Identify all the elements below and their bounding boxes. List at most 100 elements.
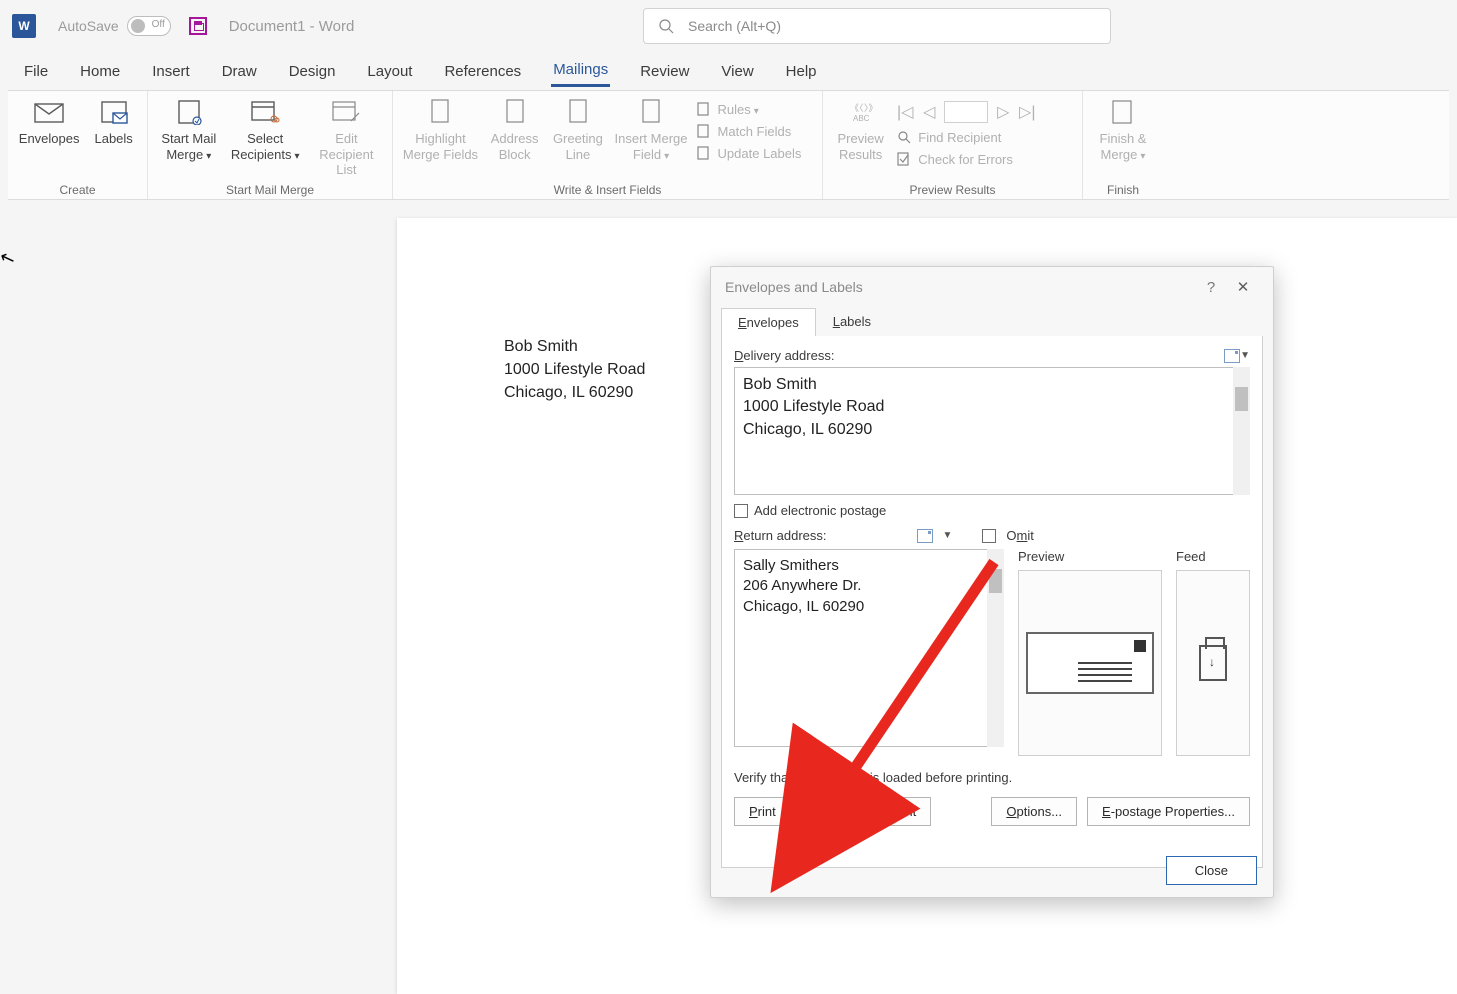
print-button[interactable]: Print bbox=[734, 797, 791, 826]
doc-line-2: 1000 Lifestyle Road bbox=[504, 358, 645, 381]
address-block-button: Address Block bbox=[486, 97, 543, 162]
title-bar: W AutoSave Off Document1 - Word Search (… bbox=[0, 0, 1457, 52]
labels-label: Labels bbox=[94, 131, 132, 147]
select-recipients-icon bbox=[249, 97, 281, 127]
svg-text:《〈: 《〈 bbox=[850, 103, 864, 113]
group-finish-label: Finish bbox=[1091, 181, 1155, 199]
finish-merge-icon bbox=[1107, 97, 1139, 127]
check-errors-button: Check for Errors bbox=[896, 151, 1074, 167]
tab-home[interactable]: Home bbox=[78, 57, 122, 86]
group-start-mail-merge: Start Mail Merge Select Recipients Edit … bbox=[148, 91, 393, 199]
preview-panel: Preview bbox=[1018, 549, 1162, 756]
return-address-dropdown[interactable]: ▼ bbox=[943, 530, 953, 541]
return-address-input[interactable]: Sally Smithers 206 Anywhere Dr. Chicago,… bbox=[734, 549, 1004, 747]
save-icon[interactable] bbox=[189, 17, 207, 35]
search-box[interactable]: Search (Alt+Q) bbox=[643, 8, 1111, 44]
return-address-label: Return address: bbox=[734, 528, 827, 543]
search-placeholder: Search (Alt+Q) bbox=[688, 18, 781, 34]
start-mail-merge-label: Start Mail Merge bbox=[156, 131, 222, 163]
add-postage-row[interactable]: Add electronic postage bbox=[734, 503, 1250, 518]
envelope-icon bbox=[33, 97, 65, 127]
add-to-document-button[interactable]: Add to Document bbox=[801, 797, 931, 826]
tab-design[interactable]: Design bbox=[287, 57, 338, 86]
insert-merge-label: Insert Merge Field bbox=[613, 131, 690, 163]
edit-recipient-list-label: Edit Recipient List bbox=[309, 131, 384, 178]
tab-references[interactable]: References bbox=[442, 57, 523, 86]
return-address-row: Return address: ▼ Omit bbox=[734, 528, 1250, 543]
highlight-icon bbox=[424, 97, 456, 127]
delivery-address-row: Delivery address: ▼ bbox=[734, 348, 1250, 363]
insert-merge-field-button: Insert Merge Field bbox=[613, 97, 690, 163]
add-postage-label: Add electronic postage bbox=[754, 503, 886, 518]
dialog-tab-labels[interactable]: Labels bbox=[816, 307, 888, 336]
prev-record-button: ◁ bbox=[920, 103, 938, 121]
check-errors-label: Check for Errors bbox=[918, 152, 1013, 167]
envelopes-label: Envelopes bbox=[19, 131, 80, 147]
toggle-knob-icon bbox=[131, 19, 145, 33]
delivery-address-input[interactable]: Bob Smith 1000 Lifestyle Road Chicago, I… bbox=[734, 367, 1250, 495]
address-block-icon bbox=[499, 97, 531, 127]
preview-results-button: 《〈〉》ABC Preview Results bbox=[831, 97, 890, 162]
epostage-properties-button[interactable]: E-postage Properties... bbox=[1087, 797, 1250, 826]
return-address-book-icon[interactable] bbox=[917, 529, 933, 543]
feed-panel: Feed bbox=[1176, 549, 1250, 756]
preview-label: Preview bbox=[1018, 549, 1162, 564]
add-postage-checkbox[interactable] bbox=[734, 504, 748, 518]
tab-draw[interactable]: Draw bbox=[220, 57, 259, 86]
find-recipient-button: Find Recipient bbox=[896, 129, 1074, 145]
address-block-label: Address Block bbox=[486, 131, 543, 162]
return-scrollbar[interactable] bbox=[987, 549, 1004, 747]
dialog-tab-envelopes[interactable]: Envelopes bbox=[721, 308, 816, 337]
close-button[interactable]: Close bbox=[1166, 856, 1257, 885]
select-recipients-button[interactable]: Select Recipients bbox=[228, 97, 303, 163]
tab-layout[interactable]: Layout bbox=[365, 57, 414, 86]
tab-view[interactable]: View bbox=[719, 57, 755, 86]
feed-tray-icon bbox=[1199, 645, 1227, 681]
tab-file[interactable]: File bbox=[22, 57, 50, 86]
autosave-label: AutoSave bbox=[58, 18, 119, 34]
rules-label: Rules bbox=[718, 102, 759, 117]
highlight-merge-fields-button: Highlight Merge Fields bbox=[401, 97, 480, 162]
dialog-title-bar[interactable]: Envelopes and Labels ? ✕ bbox=[711, 267, 1273, 307]
start-mail-merge-button[interactable]: Start Mail Merge bbox=[156, 97, 222, 163]
tab-mailings[interactable]: Mailings bbox=[551, 55, 610, 87]
dialog-tabs: Envelopes Labels bbox=[711, 307, 1273, 336]
labels-button[interactable]: Labels bbox=[88, 97, 139, 147]
insert-merge-icon bbox=[635, 97, 667, 127]
tab-insert[interactable]: Insert bbox=[150, 57, 192, 86]
delivery-scrollbar[interactable] bbox=[1233, 367, 1250, 495]
group-create-label: Create bbox=[16, 181, 139, 199]
document-body-text[interactable]: Bob Smith 1000 Lifestyle Road Chicago, I… bbox=[504, 335, 645, 405]
tab-help[interactable]: Help bbox=[784, 57, 819, 86]
preview-results-label: Preview Results bbox=[831, 131, 890, 162]
last-record-button: ▷| bbox=[1018, 103, 1036, 121]
doc-line-1: Bob Smith bbox=[504, 335, 645, 358]
autosave-toggle[interactable]: Off bbox=[127, 16, 171, 36]
start-mail-merge-icon bbox=[173, 97, 205, 127]
record-number-input bbox=[944, 101, 988, 123]
toggle-off-label: Off bbox=[152, 19, 165, 30]
omit-label: Omit bbox=[1006, 528, 1033, 543]
find-recipient-label: Find Recipient bbox=[918, 130, 1001, 145]
highlight-label: Highlight Merge Fields bbox=[401, 131, 480, 162]
envelopes-button[interactable]: Envelopes bbox=[16, 97, 82, 147]
dialog-help-button[interactable]: ? bbox=[1195, 279, 1227, 296]
address-book-icon[interactable] bbox=[1224, 349, 1240, 363]
options-button[interactable]: Options... bbox=[991, 797, 1077, 826]
next-record-button: ▷ bbox=[994, 103, 1012, 121]
envelopes-labels-dialog: Envelopes and Labels ? ✕ Envelopes Label… bbox=[710, 266, 1274, 898]
feed-box[interactable] bbox=[1176, 570, 1250, 756]
tab-review[interactable]: Review bbox=[638, 57, 691, 86]
delivery-address-label: Delivery address: bbox=[734, 348, 834, 363]
group-preview-label: Preview Results bbox=[831, 181, 1074, 199]
ribbon-tabs: File Home Insert Draw Design Layout Refe… bbox=[0, 52, 1457, 90]
update-labels-button: Update Labels bbox=[696, 145, 814, 161]
greeting-line-button: Greeting Line bbox=[549, 97, 606, 162]
address-book-dropdown[interactable]: ▼ bbox=[1240, 350, 1250, 361]
dialog-close-button[interactable]: ✕ bbox=[1227, 278, 1259, 296]
preview-box[interactable] bbox=[1018, 570, 1162, 756]
dialog-body: Delivery address: ▼ Bob Smith 1000 Lifes… bbox=[721, 336, 1263, 868]
greeting-label: Greeting Line bbox=[549, 131, 606, 162]
dialog-button-row: Print Add to Document Options... E-posta… bbox=[734, 797, 1250, 826]
omit-checkbox[interactable] bbox=[982, 529, 996, 543]
